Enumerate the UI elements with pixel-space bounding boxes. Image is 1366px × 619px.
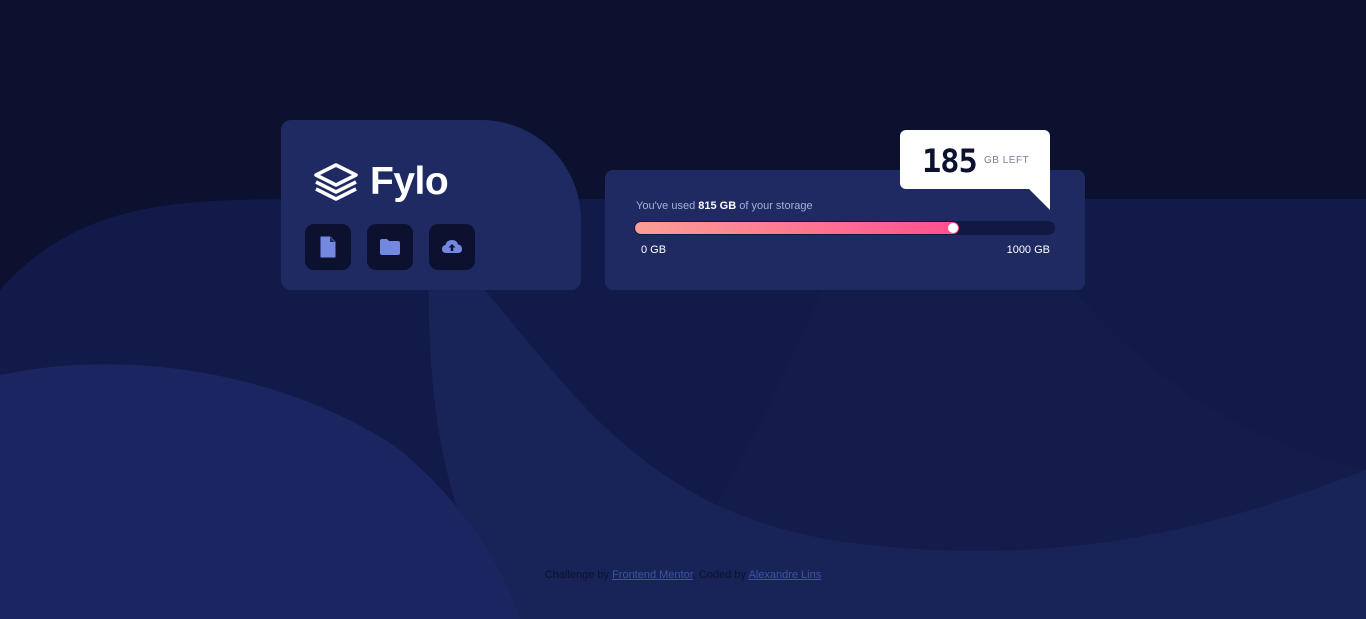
- storage-progress-bar: [634, 221, 1055, 235]
- storage-min-label: 0 GB: [641, 244, 667, 256]
- progress-knob: [948, 223, 958, 233]
- brand-name: Fylo: [370, 160, 449, 203]
- attribution-prefix: Challenge by: [544, 569, 613, 581]
- remaining-value: 185: [922, 142, 978, 180]
- callout-tail: [1029, 189, 1050, 210]
- author-link[interactable]: Alexandre Lins: [748, 569, 821, 581]
- usage-prefix: You've used: [636, 200, 699, 212]
- upload-button[interactable]: [429, 224, 475, 270]
- cloud-upload-icon: [442, 240, 462, 253]
- folders-button[interactable]: [367, 224, 413, 270]
- background-waves: [0, 199, 1366, 619]
- storage-max-label: 1000 GB: [1006, 244, 1050, 256]
- usage-summary: You've used 815 GB of your storage: [636, 200, 813, 212]
- storage-progress-fill: [635, 222, 959, 234]
- attribution-middle: . Coded by: [692, 569, 749, 581]
- fylo-logo: Fylo: [312, 160, 449, 203]
- action-buttons: [305, 224, 475, 270]
- storage-left-callout: 185 GB LEFT: [900, 130, 1050, 210]
- documents-button[interactable]: [305, 224, 351, 270]
- folder-icon: [380, 239, 400, 255]
- document-icon: [320, 236, 336, 258]
- frontend-mentor-link[interactable]: Frontend Mentor: [612, 569, 693, 581]
- attribution: Challenge by Frontend Mentor. Coded by A…: [0, 569, 1366, 581]
- remaining-unit: GB LEFT: [984, 155, 1030, 166]
- usage-used-amount: 815 GB: [698, 200, 737, 212]
- brand-card: Fylo: [281, 120, 581, 290]
- usage-suffix: of your storage: [736, 200, 813, 212]
- stacked-layers-icon: [314, 163, 358, 201]
